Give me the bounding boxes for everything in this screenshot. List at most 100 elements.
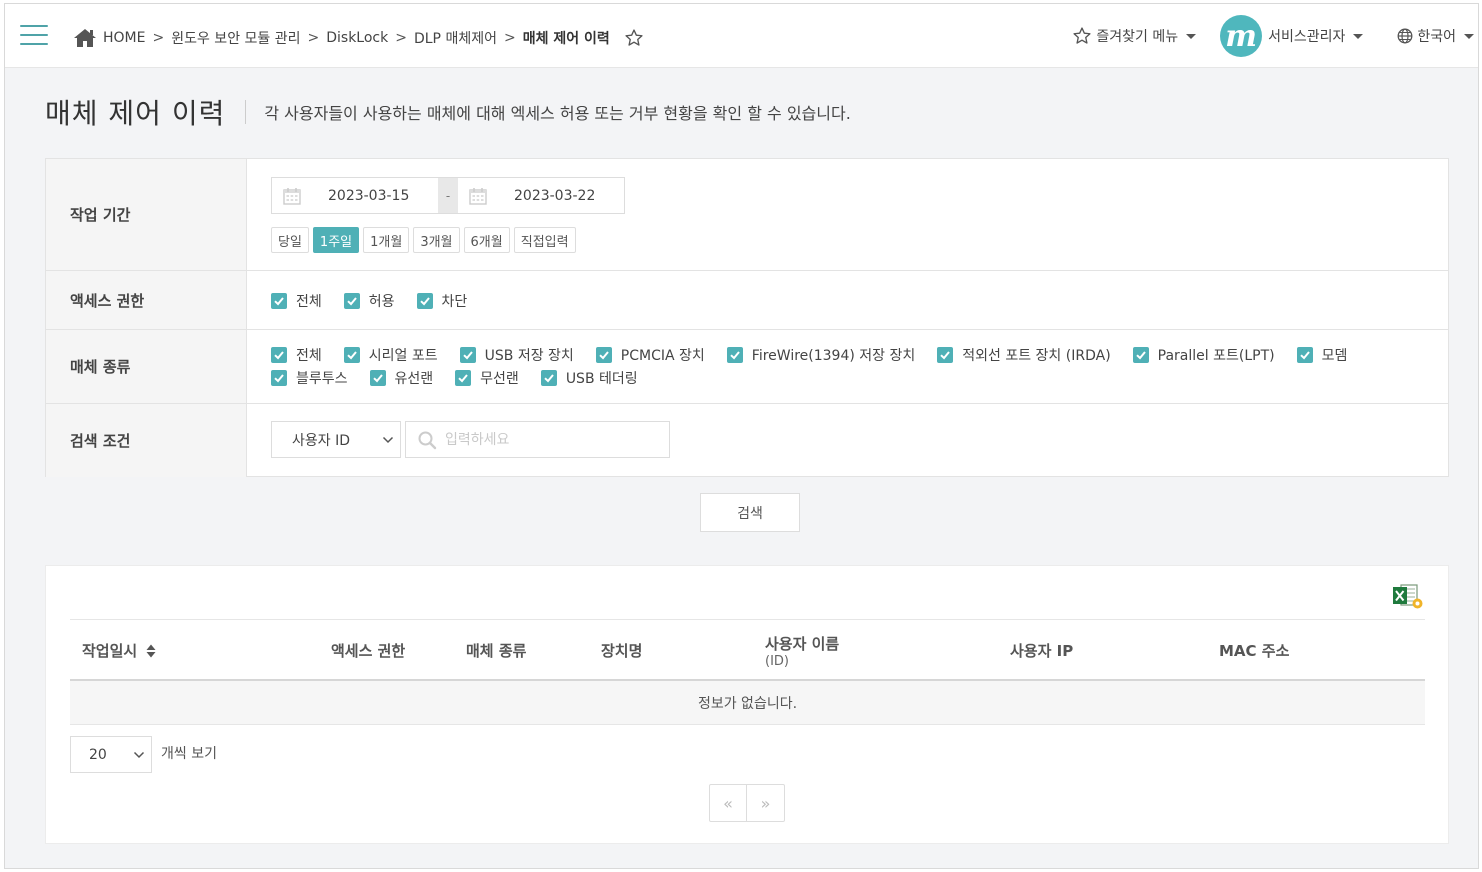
home-icon[interactable] [73, 28, 97, 48]
calendar-icon[interactable] [282, 186, 302, 206]
checkbox-checked-icon [343, 292, 360, 309]
prev-page-button[interactable]: « [710, 785, 747, 821]
access-allow-checkbox[interactable]: 허용 [343, 289, 395, 312]
sort-icon[interactable] [146, 644, 156, 658]
period-3month-button[interactable]: 3개월 [413, 227, 460, 253]
media-usb-tethering-checkbox[interactable]: USB 테더링 [540, 366, 638, 389]
media-bluetooth-checkbox[interactable]: 블루투스 [271, 366, 348, 389]
checkbox-label: 시리얼 포트 [368, 347, 438, 364]
media-firewire-checkbox[interactable]: FireWire(1394) 저장 장치 [726, 343, 915, 366]
checkbox-checked-icon [271, 292, 287, 309]
start-date-value: 2023-03-15 [328, 187, 410, 204]
page-size-select[interactable]: 20 [70, 736, 152, 773]
checkbox-checked-icon [1296, 346, 1313, 363]
pagination: « » [709, 784, 785, 822]
media-wireless-lan-checkbox[interactable]: 무선랜 [455, 366, 519, 389]
access-all-checkbox[interactable]: 전체 [271, 289, 322, 312]
user-menu[interactable]: m 서비스관리자 [1220, 15, 1364, 57]
column-user-name: 사용자 이름 (ID) [765, 620, 839, 681]
page-header: 매체 제어 이력 각 사용자들이 사용하는 매체에 대해 엑세스 허용 또는 거… [45, 92, 851, 132]
checkbox-checked-icon [459, 346, 476, 363]
checkbox-label: 유선랜 [394, 370, 434, 387]
filter-label-search: 검색 조건 [46, 404, 247, 477]
media-pcmcia-checkbox[interactable]: PCMCIA 장치 [595, 343, 705, 366]
checkbox-checked-icon [416, 292, 433, 309]
column-work-date[interactable]: 작업일시 [82, 620, 156, 681]
breadcrumb-current: 매체 제어 이력 [522, 31, 610, 47]
checkbox-checked-icon [369, 369, 386, 386]
column-label: 작업일시 [82, 642, 138, 660]
page-title: 매체 제어 이력 [45, 97, 226, 130]
breadcrumb-separator: > [307, 30, 320, 46]
avatar: m [1220, 15, 1263, 57]
top-bar: HOME > 윈도우 보안 모듈 관리 > DiskLock > DLP 매체제… [5, 4, 1478, 68]
media-wired-lan-checkbox[interactable]: 유선랜 [369, 366, 434, 389]
end-date-field[interactable]: 2023-03-22 [458, 178, 624, 213]
media-all-checkbox[interactable]: 전체 [271, 343, 322, 366]
breadcrumb: HOME > 윈도우 보안 모듈 관리 > DiskLock > DLP 매체제… [73, 28, 644, 48]
table-header: 작업일시 액세스 권한 매체 종류 장치명 사용자 이름 (ID) 사용자 IP… [70, 620, 1425, 681]
checkbox-label: 전체 [296, 347, 322, 364]
page-description: 각 사용자들이 사용하는 매체에 대해 엑세스 허용 또는 거부 현황을 확인 … [264, 104, 851, 123]
next-page-button[interactable]: » [747, 785, 784, 821]
access-checkboxes: 전체 허용 차단 [271, 289, 489, 312]
media-irda-checkbox[interactable]: 적외선 포트 장치 (IRDA) [937, 343, 1111, 366]
period-1week-button[interactable]: 1주일 [312, 227, 360, 253]
column-device-name: 장치명 [601, 642, 643, 660]
filter-label-access: 액세스 권한 [46, 271, 247, 329]
checkbox-label: USB 저장 장치 [484, 347, 574, 364]
column-label: 사용자 이름 [765, 634, 840, 653]
end-date-value: 2023-03-22 [514, 187, 596, 204]
breadcrumb-windows-security[interactable]: 윈도우 보안 모듈 관리 [171, 28, 300, 48]
globe-icon [1397, 28, 1413, 44]
checkbox-label: 블루투스 [296, 370, 348, 387]
media-checkboxes: 전체 시리얼 포트 USB 저장 장치 PCMCIA 장치 FireWire(1… [271, 343, 1431, 389]
favorites-menu[interactable]: 즐겨찾기 메뉴 [1072, 26, 1197, 46]
media-modem-checkbox[interactable]: 모뎀 [1296, 343, 1347, 366]
start-date-field[interactable]: 2023-03-15 [272, 178, 438, 213]
page-size-control: 20 개씩 보기 [70, 736, 217, 773]
results-panel: 작업일시 액세스 권한 매체 종류 장치명 사용자 이름 (ID) 사용자 IP… [45, 565, 1449, 844]
language-label: 한국어 [1417, 29, 1456, 45]
chevron-down-icon [133, 751, 145, 759]
filter-label-media: 매체 종류 [46, 330, 247, 403]
media-serial-checkbox[interactable]: 시리얼 포트 [343, 343, 438, 366]
breadcrumb-disklock[interactable]: DiskLock [326, 30, 388, 46]
language-menu[interactable]: 한국어 [1397, 26, 1474, 46]
media-parallel-checkbox[interactable]: Parallel 포트(LPT) [1132, 343, 1275, 366]
checkbox-checked-icon [271, 346, 287, 363]
checkbox-label: 차단 [441, 293, 468, 310]
filter-label-period: 작업 기간 [46, 159, 247, 270]
period-custom-button[interactable]: 직접입력 [513, 227, 576, 253]
column-media-type: 매체 종류 [466, 642, 527, 660]
search-button[interactable]: 검색 [700, 493, 800, 532]
empty-message: 정보가 없습니다. [70, 681, 1425, 725]
chevron-down-icon [1464, 33, 1474, 39]
calendar-icon[interactable] [468, 186, 488, 206]
period-1month-button[interactable]: 1개월 [363, 227, 410, 253]
checkbox-label: 적외선 포트 장치 (IRDA) [962, 347, 1111, 364]
page-size-label: 개씩 보기 [161, 745, 217, 762]
favorite-star-icon[interactable] [624, 28, 644, 48]
search-input[interactable] [445, 431, 645, 448]
column-mac-address: MAC 주소 [1219, 642, 1290, 660]
access-block-checkbox[interactable]: 차단 [416, 289, 468, 312]
menu-toggle-icon[interactable] [20, 25, 48, 47]
app-frame: HOME > 윈도우 보안 모듈 관리 > DiskLock > DLP 매체제… [4, 3, 1479, 869]
breadcrumb-home[interactable]: HOME [103, 30, 145, 46]
chevron-down-icon [1353, 33, 1364, 39]
period-today-button[interactable]: 당일 [271, 227, 309, 253]
filter-row-media: 매체 종류 전체 시리얼 포트 USB 저장 장치 PCMCIA 장치 Fire… [46, 330, 1448, 404]
checkbox-label: 허용 [368, 293, 395, 310]
search-field-select[interactable]: 사용자 ID [271, 421, 401, 458]
checkbox-label: Parallel 포트(LPT) [1157, 347, 1275, 364]
period-6month-button[interactable]: 6개월 [463, 227, 510, 253]
checkbox-label: 전체 [296, 293, 322, 310]
checkbox-checked-icon [540, 369, 557, 386]
media-usb-storage-checkbox[interactable]: USB 저장 장치 [459, 343, 574, 366]
breadcrumb-dlp[interactable]: DLP 매체제어 [414, 28, 497, 48]
excel-export-icon[interactable] [1392, 582, 1424, 610]
history-table: 작업일시 액세스 권한 매체 종류 장치명 사용자 이름 (ID) 사용자 IP… [70, 619, 1425, 725]
checkbox-checked-icon [455, 369, 472, 386]
header-divider [245, 100, 247, 124]
